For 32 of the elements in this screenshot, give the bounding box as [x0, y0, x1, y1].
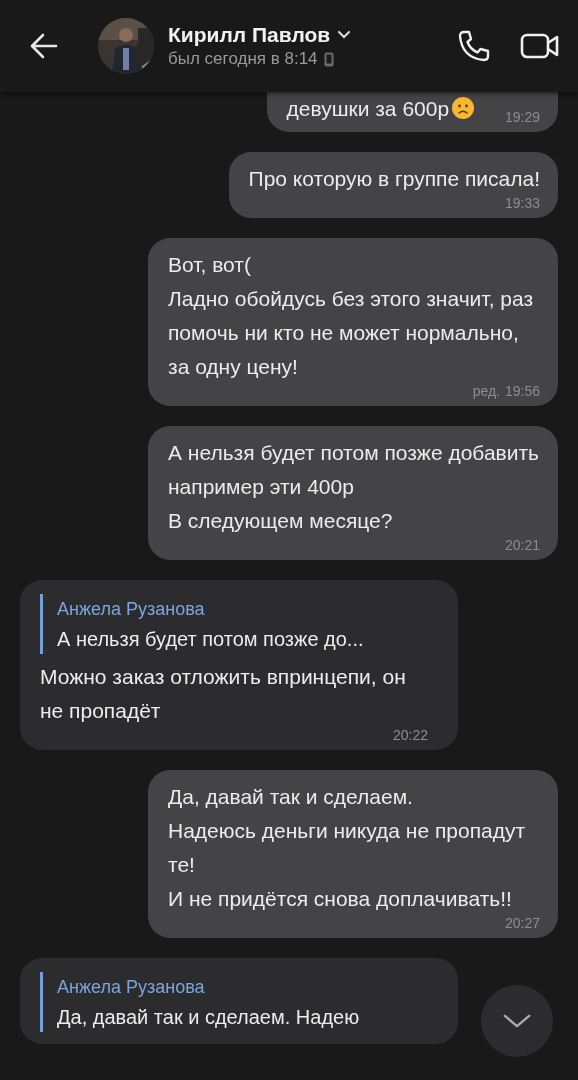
reply-quote[interactable]: Анжела Рузанова А нельзя будет потом позже до... — [40, 594, 428, 654]
message-text: А нельзя будет потом позже добавить например эти 400р В следующем месяце? — [168, 441, 540, 532]
message-time: 19:29 — [504, 108, 540, 126]
message-time: 20:27 — [504, 914, 540, 932]
message-bubble[interactable]: А нельзя будет потом позже добавить например эти 400р В следующем месяце? 20:21 — [148, 426, 558, 560]
message-bubble[interactable]: Анжела Рузанова А нельзя будет потом позже до... Можно заказ отложить впринцепи, он не пропадёт 20:22 — [20, 580, 458, 750]
reply-quote[interactable]: Анжела Рузанова Да, давай так и сделаем. Надею — [40, 972, 428, 1032]
edited-label: ред. — [472, 382, 500, 400]
message-time: 19:56 — [504, 382, 540, 400]
chevron-down-icon[interactable] — [338, 31, 351, 39]
message-text: Да, давай так и сделаем. Надеюсь деньги никуда не пропадут те! И не придётся снова доплачивать!! — [168, 785, 526, 910]
message-time: 20:22 — [392, 726, 428, 744]
message-time: 20:21 — [504, 536, 540, 554]
chevron-down-icon — [503, 1013, 531, 1029]
message-text: девушки за 600р — [286, 97, 450, 120]
reply-text: Да, давай так и сделаем. Надею — [57, 1005, 361, 1030]
reply-text: А нельзя будет потом позже до... — [57, 627, 365, 652]
message-bubble[interactable]: Да, давай так и сделаем. Надеюсь деньги никуда не пропадут те! И не придётся снова доплачивать!! 20:27 — [148, 770, 558, 938]
message-text: Про которую в группе писала! — [248, 167, 540, 190]
phone-call-icon[interactable] — [456, 28, 492, 64]
contact-name[interactable]: Кирилл Павлов — [168, 23, 331, 47]
video-call-icon[interactable] — [520, 31, 560, 61]
message-text: Вот, вот( Ладно обойдусь без этого значит, раз помочь ни кто не может нормально, за одну цену! — [168, 253, 534, 378]
reply-author: Анжела Рузанова — [57, 598, 206, 621]
message-bubble[interactable]: девушки за 600р 19:29 — [266, 92, 558, 132]
message-bubble[interactable]: Анжела Рузанова Да, давай так и сделаем. Надею — [20, 958, 458, 1044]
message-time: 19:33 — [504, 194, 540, 212]
message-bubble[interactable]: Вот, вот( Ладно обойдусь без этого значит, раз помочь ни кто не может нормально, за одну цену! ред. 19:56 — [148, 238, 558, 406]
last-seen-status: был сегодня в 8:14 — [168, 49, 318, 69]
message-text: Можно заказ отложить впринцепи, он не пропадёт — [40, 665, 406, 722]
message-bubble[interactable]: Про которую в группе писала! 19:33 — [228, 152, 558, 218]
reply-author: Анжела Рузанова — [57, 976, 206, 999]
